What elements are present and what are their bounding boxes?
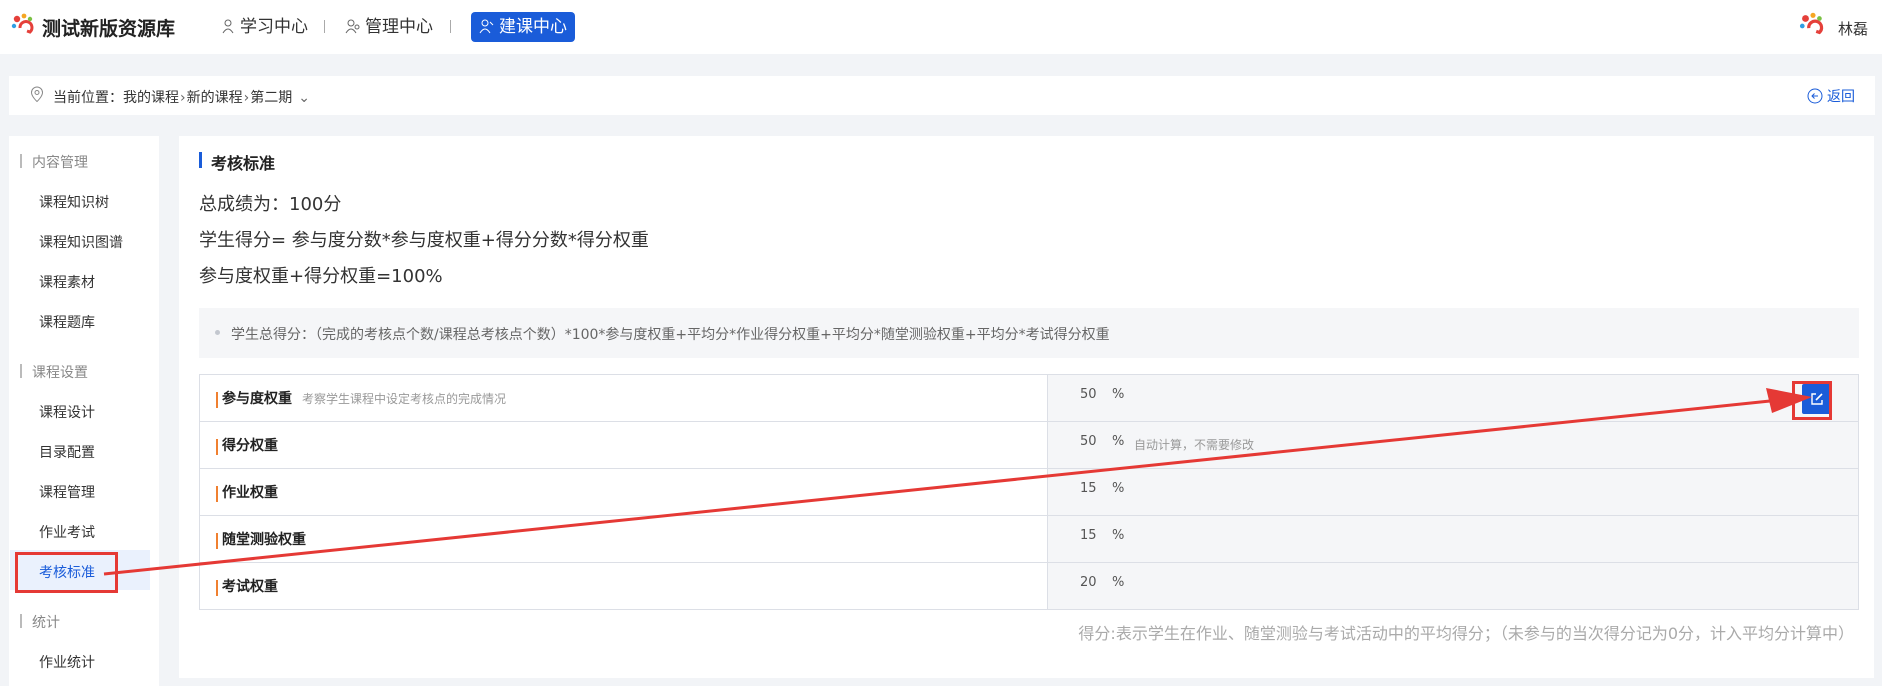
breadcrumb-term[interactable]: 第二期: [250, 90, 292, 106]
percent-unit: %: [1112, 481, 1125, 496]
row-label-text: 得分权重: [222, 438, 278, 454]
breadcrumb-separator: ›: [180, 90, 186, 106]
row-label-cell: 得分权重: [199, 421, 1048, 469]
row-label-cell: 作业权重: [199, 468, 1048, 516]
table-row: 参与度权重 考察学生课程中设定考核点的完成情况 50 %: [199, 374, 1859, 422]
annotation-highlight-box: [15, 552, 118, 593]
row-label-text: 作业权重: [222, 485, 278, 501]
chevron-down-icon[interactable]: ⌄: [298, 90, 310, 106]
weight-value: 15: [1080, 481, 1097, 496]
row-label-cell: 参与度权重 考察学生课程中设定考核点的完成情况: [199, 374, 1048, 422]
table-row: 作业权重 15 %: [199, 468, 1859, 516]
percent-unit: %: [1112, 528, 1125, 543]
nav-divider: [450, 20, 451, 33]
sidebar-group-statistics: 统计: [20, 612, 60, 632]
score-explanation: 得分:表示学生在作业、随堂测验与考试活动中的平均得分；（未参与的当次得分记为0分…: [1078, 624, 1854, 643]
weight-value: 50: [1080, 387, 1097, 402]
user-name[interactable]: 林磊: [1838, 18, 1868, 39]
auto-calc-hint: 自动计算，不需要修改: [1134, 438, 1255, 452]
brand-title[interactable]: 测试新版资源库: [42, 14, 175, 41]
avatar[interactable]: [1798, 11, 1828, 41]
sidebar-group-content: 内容管理: [20, 152, 88, 172]
sidebar-item-question-bank[interactable]: 课程题库: [39, 312, 95, 332]
row-label-text: 考试权重: [222, 579, 278, 595]
annotation-highlight-box: [1792, 381, 1832, 420]
row-label: 随堂测验权重: [200, 532, 306, 548]
nav-course-building-label: 建课中心: [499, 17, 567, 37]
back-arrow-icon: [1807, 88, 1823, 104]
formula-note: 学生总得分：（完成的考核点个数/课程总考核点个数）*100*参与度权重+平均分*…: [199, 308, 1859, 358]
brand-logo-icon[interactable]: [10, 12, 38, 40]
breadcrumb-trail: 当前位置：我的课程›新的课程›第二期 ⌄: [53, 87, 310, 107]
row-value-cell: 15 %: [1047, 468, 1859, 516]
weight-value: 20: [1080, 575, 1097, 590]
row-value-cell: 50 % 自动计算，不需要修改: [1047, 421, 1859, 469]
sidebar-group-settings: 课程设置: [20, 362, 88, 382]
user-icon: [222, 19, 234, 34]
row-description: 考察学生课程中设定考核点的完成情况: [302, 392, 507, 406]
breadcrumb-new-course[interactable]: 新的课程: [187, 90, 243, 106]
bullet-icon: [215, 330, 220, 335]
sidebar-item-course-management[interactable]: 课程管理: [39, 482, 95, 502]
nav-course-building-center[interactable]: 建课中心: [471, 12, 575, 42]
weight-value: 15: [1080, 528, 1097, 543]
percent-unit: %: [1112, 575, 1125, 590]
row-value-cell: 15 %: [1047, 515, 1859, 563]
back-label: 返回: [1827, 89, 1855, 105]
percent-unit: %: [1112, 434, 1125, 449]
sidebar-item-knowledge-tree[interactable]: 课程知识树: [39, 192, 109, 212]
row-label: 参与度权重 考察学生课程中设定考核点的完成情况: [200, 391, 506, 407]
nav-management-label: 管理中心: [365, 17, 433, 37]
row-label-cell: 随堂测验权重: [199, 515, 1048, 563]
sidebar-item-materials[interactable]: 课程素材: [39, 272, 95, 292]
row-label-text: 随堂测验权重: [222, 532, 306, 548]
page-title: 考核标准: [199, 150, 275, 174]
user-edit-icon: [479, 19, 494, 34]
row-label: 作业权重: [200, 485, 278, 501]
breadcrumb-my-courses[interactable]: 我的课程: [123, 90, 179, 106]
sidebar-item-catalog-config[interactable]: 目录配置: [39, 442, 95, 462]
sidebar-item-homework-stats[interactable]: 作业统计: [39, 652, 95, 672]
weight-sum-text: 参与度权重+得分权重=100%: [199, 266, 443, 287]
location-pin-icon: [30, 86, 44, 103]
users-icon: [345, 19, 360, 34]
percent-unit: %: [1112, 387, 1125, 402]
table-row: 得分权重 50 % 自动计算，不需要修改: [199, 421, 1859, 469]
back-button[interactable]: 返回: [1807, 86, 1855, 106]
sidebar-item-knowledge-graph[interactable]: 课程知识图谱: [39, 232, 123, 252]
formula-note-text: 学生总得分：（完成的考核点个数/课程总考核点个数）*100*参与度权重+平均分*…: [231, 327, 1110, 343]
nav-management-center[interactable]: 管理中心: [337, 12, 441, 42]
row-label: 考试权重: [200, 579, 278, 595]
weight-table: 参与度权重 考察学生课程中设定考核点的完成情况 50 % 得分权重 50 % 自…: [199, 374, 1859, 610]
nav-learning-label: 学习中心: [240, 17, 308, 37]
row-value-cell: 50 %: [1047, 374, 1859, 422]
breadcrumb-prefix: 当前位置：: [53, 90, 123, 106]
breadcrumb: 当前位置：我的课程›新的课程›第二期 ⌄ 返回: [9, 76, 1875, 115]
main-panel: 考核标准 总成绩为：100分 学生得分= 参与度分数*参与度权重+得分分数*得分…: [179, 136, 1874, 678]
sidebar-item-course-design[interactable]: 课程设计: [39, 402, 95, 422]
top-bar: 测试新版资源库 学习中心 管理中心 建课中心 林磊: [0, 0, 1882, 54]
row-label: 得分权重: [200, 438, 278, 454]
row-label-text: 参与度权重: [222, 391, 292, 407]
table-row: 考试权重 20 %: [199, 562, 1859, 610]
table-row: 随堂测验权重 15 %: [199, 515, 1859, 563]
row-value-cell: 20 %: [1047, 562, 1859, 610]
row-label-cell: 考试权重: [199, 562, 1048, 610]
weight-value: 50: [1080, 434, 1097, 449]
breadcrumb-separator: ›: [243, 90, 250, 106]
total-score-text: 总成绩为：100分: [199, 194, 342, 215]
sidebar-item-homework-exam[interactable]: 作业考试: [39, 522, 95, 542]
nav-learning-center[interactable]: 学习中心: [212, 12, 316, 42]
nav-divider: [324, 20, 325, 33]
formula-text: 学生得分= 参与度分数*参与度权重+得分分数*得分权重: [199, 230, 649, 251]
